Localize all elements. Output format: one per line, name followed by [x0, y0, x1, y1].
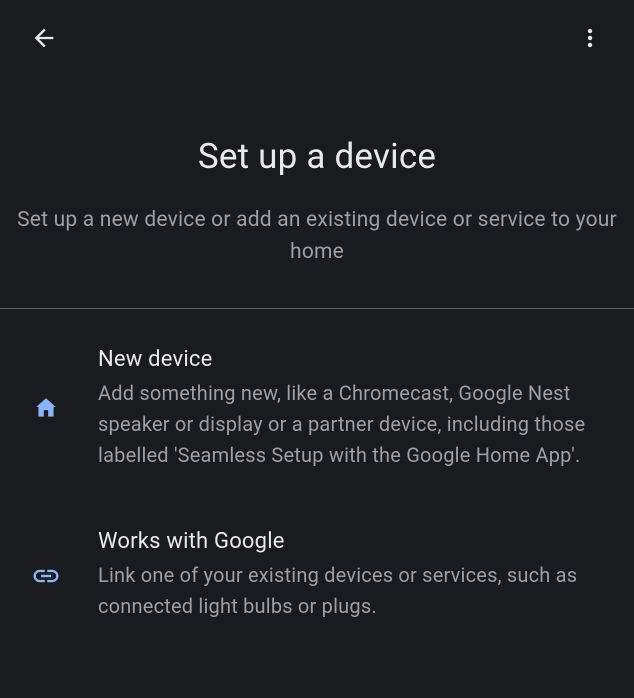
option-content: Works with Google Link one of your exist…	[98, 529, 610, 622]
options-list: New device Add something new, like a Chr…	[0, 309, 634, 642]
link-icon	[31, 561, 61, 591]
option-description: Add something new, like a Chromecast, Go…	[98, 378, 610, 471]
option-new-device[interactable]: New device Add something new, like a Chr…	[0, 309, 634, 509]
more-options-button[interactable]	[570, 18, 610, 58]
page-subtitle: Set up a new device or add an existing d…	[8, 205, 626, 268]
option-description: Link one of your existing devices or ser…	[98, 560, 610, 622]
back-button[interactable]	[24, 18, 64, 58]
option-title: Works with Google	[98, 529, 610, 554]
page-title: Set up a device	[8, 136, 626, 177]
title-section: Set up a device Set up a new device or a…	[0, 76, 634, 308]
home-icon	[33, 395, 59, 421]
option-content: New device Add something new, like a Chr…	[98, 347, 610, 471]
home-icon-wrapper	[28, 395, 64, 421]
option-works-with-google[interactable]: Works with Google Link one of your exist…	[0, 509, 634, 642]
option-title: New device	[98, 347, 610, 372]
link-icon-wrapper	[28, 561, 64, 591]
header-bar	[0, 0, 634, 76]
back-arrow-icon	[30, 24, 58, 52]
more-vert-icon	[578, 26, 602, 50]
